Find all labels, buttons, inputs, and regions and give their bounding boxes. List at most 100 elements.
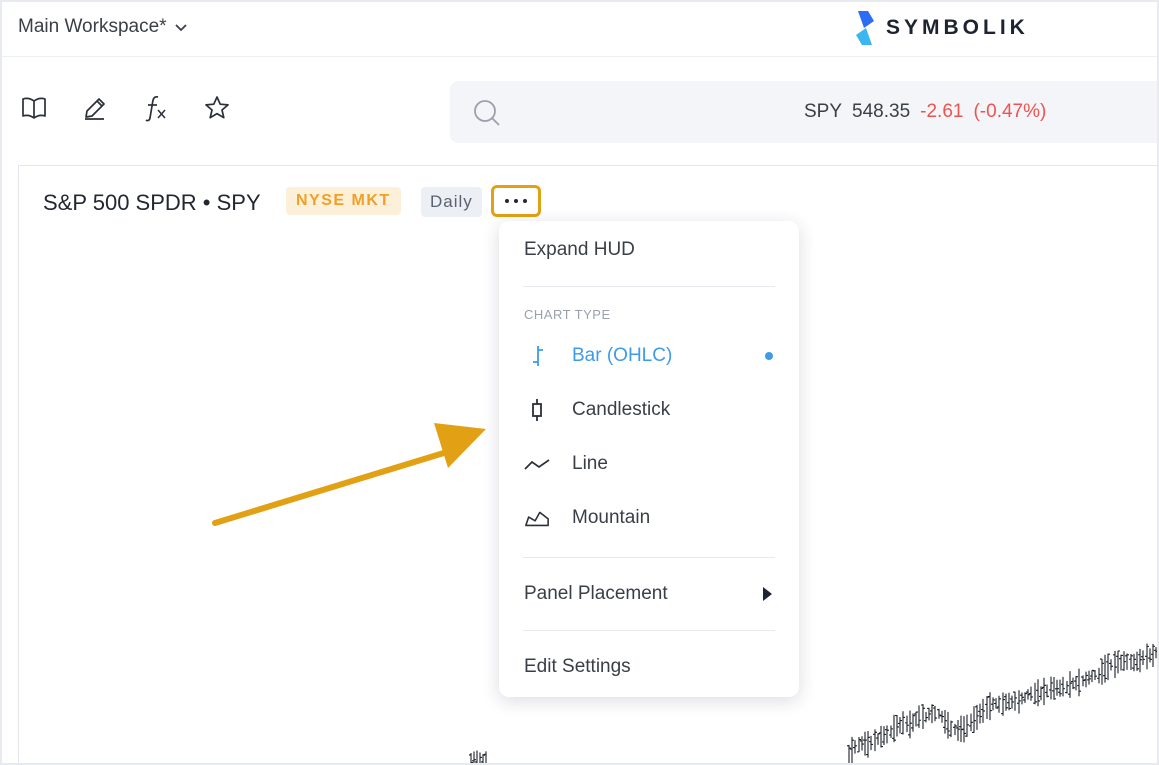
ohlc-bar (905, 715, 909, 733)
panel-placement-label: Panel Placement (524, 583, 668, 604)
ohlc-bar (1084, 671, 1088, 688)
chart-type-label: Mountain (572, 507, 651, 528)
ohlc-bar (1045, 684, 1049, 698)
ohlc-bar (1141, 650, 1145, 665)
ohlc-bar (873, 729, 877, 752)
workspace-dropdown[interactable]: Main Workspace* (18, 16, 189, 38)
ohlc-bar (1029, 686, 1033, 701)
interval-badge[interactable]: Daily (421, 187, 482, 217)
ohlc-bar (914, 711, 918, 727)
chart-type-label: Line (572, 453, 608, 474)
favorites-button[interactable] (203, 94, 231, 122)
ohlc-bar (991, 697, 995, 711)
symbol-search[interactable]: SPY 548.35 -2.61 (-0.47%) (450, 81, 1157, 143)
ohlc-bar (1103, 654, 1107, 683)
ohlc-bar (972, 706, 976, 734)
chart-type-label: Candlestick (572, 399, 671, 420)
ohlc-bar (1106, 653, 1110, 681)
ohlc-bar (1007, 692, 1011, 711)
chart-options-menu: Expand HUD CHART TYPE Bar (OHLC) Candles… (499, 221, 799, 697)
ohlc-bar (965, 714, 969, 737)
symbolik-logo-icon (856, 11, 874, 45)
chart-type-line[interactable]: Line (524, 451, 608, 477)
chart-type-bar-ohlc[interactable]: Bar (OHLC) (524, 343, 672, 369)
candlestick-icon (524, 397, 550, 423)
ohlc-bar (866, 730, 870, 758)
ohlc-bar (1061, 676, 1065, 697)
ohlc-bar (1113, 650, 1117, 678)
ohlc-bar (1023, 692, 1027, 703)
ohlc-bar (1001, 692, 1005, 716)
ohlc-bar (1039, 686, 1043, 701)
ohlc-bar (860, 736, 864, 751)
ohlc-bar (1090, 669, 1094, 683)
dot (505, 199, 509, 203)
chart-type-candlestick[interactable]: Candlestick (524, 397, 670, 423)
draw-button[interactable] (81, 94, 109, 122)
submenu-arrow-icon (763, 587, 772, 601)
dot (523, 199, 527, 203)
ohlc-bar (1010, 695, 1014, 709)
ohlc-bar (1042, 677, 1046, 706)
ohlc-bar (882, 726, 886, 746)
brand-logo: SYMBOLIK (854, 9, 1029, 47)
line-chart-icon (524, 451, 550, 477)
ohlc-bar (1129, 654, 1133, 670)
panel-placement-item[interactable]: Panel Placement (524, 583, 668, 605)
ohlc-bar (479, 752, 482, 763)
ohlc-bar (1097, 667, 1101, 684)
chevron-down-icon (174, 24, 187, 32)
search-icon (474, 100, 500, 126)
quote-change-pct: (-0.47%) (973, 101, 1047, 122)
chart-title: S&P 500 SPDR • SPY (43, 190, 261, 215)
edit-settings-label: Edit Settings (524, 656, 631, 677)
ohlc-bar (953, 723, 957, 736)
ohlc-bar (921, 704, 925, 730)
ohlc-bar (484, 751, 487, 763)
edit-settings-item[interactable]: Edit Settings (524, 656, 631, 678)
indicators-button[interactable] (142, 94, 170, 122)
workspace-label: Main Workspace* (18, 16, 167, 37)
ohlc-bar (975, 704, 979, 730)
ohlc-bar (1013, 691, 1017, 711)
ohlc-bar (869, 735, 873, 751)
ohlc-bar (933, 705, 937, 722)
more-options-button[interactable] (491, 185, 541, 217)
divider (523, 630, 775, 631)
ohlc-bar (876, 733, 880, 745)
ohlc-bar (1087, 670, 1091, 685)
ohlc-bar (1100, 658, 1104, 685)
ohlc-bar (959, 715, 963, 742)
ohlc-bar (1081, 675, 1085, 687)
top-bar: Main Workspace* SYMBOLIK (2, 2, 1157, 57)
ohlc-bar (853, 740, 857, 754)
ohlc-bar (889, 725, 893, 738)
ohlc-bar (949, 720, 953, 738)
chart-type-label: Bar (OHLC) (572, 345, 673, 366)
expand-hud-item[interactable]: Expand HUD (524, 239, 635, 261)
chart-type-mountain[interactable]: Mountain (524, 505, 650, 531)
ohlc-bar (969, 713, 973, 732)
ohlc-bar (1122, 651, 1126, 671)
ohlc-bar (898, 716, 902, 734)
ohlc-bar (1116, 650, 1120, 674)
star-icon (205, 96, 229, 119)
quote-readout: SPY 548.35 -2.61 (-0.47%) (804, 101, 1046, 123)
mountain-chart-icon (524, 505, 550, 531)
ohlc-bar (930, 704, 934, 724)
ohlc-bar (1093, 669, 1097, 681)
ohlc-bar (1109, 659, 1113, 671)
ohlc-bar (1068, 671, 1072, 698)
search-input[interactable] (520, 93, 784, 131)
ohlc-bar (469, 752, 473, 763)
brand-name: SYMBOLIK (886, 16, 1029, 39)
ohlc-bar (1138, 648, 1142, 673)
ohlc-bar-icon (524, 343, 550, 369)
ohlc-bar (981, 698, 985, 723)
watchlist-button[interactable] (20, 94, 48, 122)
ohlc-bar (879, 725, 883, 748)
ohlc-bar (1154, 647, 1157, 659)
exchange-badge: NYSE MKT (286, 187, 401, 215)
ohlc-bar (937, 708, 941, 719)
ohlc-bar (1145, 643, 1149, 670)
